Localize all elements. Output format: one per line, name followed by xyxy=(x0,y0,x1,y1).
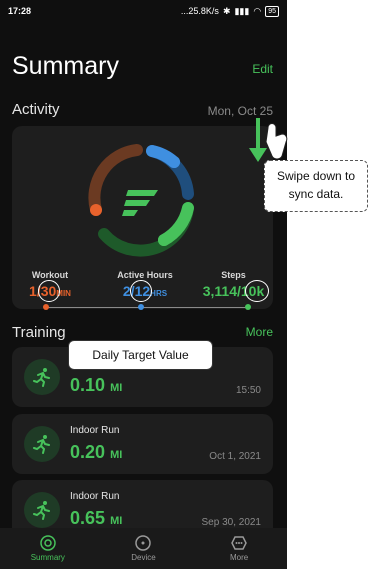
annotation-circle-workout xyxy=(38,280,60,302)
training-item[interactable]: Indoor Run 0.20 MI Oct 1, 2021 xyxy=(12,414,273,474)
network-speed: ...25.8K/s xyxy=(180,6,219,16)
activity-section-title: Activity xyxy=(12,101,60,118)
device-icon xyxy=(135,535,152,553)
activity-rings xyxy=(82,138,202,258)
running-icon xyxy=(24,426,60,462)
running-icon xyxy=(24,359,60,395)
app-logo-icon xyxy=(122,190,158,216)
battery-icon: 95 xyxy=(265,5,279,17)
nav-more[interactable]: More xyxy=(204,535,274,562)
signal-icon: ▮▮▮ xyxy=(234,5,250,16)
training-date: Oct 1, 2021 xyxy=(209,451,261,462)
metric-active-unit: HRS xyxy=(150,289,168,298)
target-callout: Daily Target Value xyxy=(68,340,213,370)
status-time: 17:28 xyxy=(8,6,32,16)
nav-summary[interactable]: Summary xyxy=(13,535,83,562)
active-target-dot xyxy=(138,304,144,310)
training-distance: 0.65 MI xyxy=(70,508,123,528)
training-distance: 0.20 MI xyxy=(70,442,123,462)
running-icon xyxy=(24,492,60,528)
nav-more-label: More xyxy=(230,553,249,562)
metric-steps-label: Steps xyxy=(221,270,246,280)
sync-callout: Swipe down to sync data. xyxy=(264,160,368,212)
steps-target-dot xyxy=(245,304,251,310)
bottom-nav: Summary Device More xyxy=(0,528,287,569)
nav-summary-label: Summary xyxy=(30,553,65,562)
training-date: Sep 30, 2021 xyxy=(201,517,262,528)
nav-device-label: Device xyxy=(131,553,156,562)
more-icon xyxy=(231,535,247,553)
status-bar: 17:28 ...25.8K/s ✱ ▮▮▮ ◠ 95 xyxy=(0,0,287,22)
phone-screen: 17:28 ...25.8K/s ✱ ▮▮▮ ◠ 95 Summary Edit… xyxy=(0,0,287,569)
nav-device[interactable]: Device xyxy=(108,535,178,562)
training-name: Indoor Run xyxy=(70,425,120,436)
training-date: 15:50 xyxy=(235,385,261,396)
metric-active-label: Active Hours xyxy=(117,270,173,280)
training-distance: 0.10 MI xyxy=(70,375,123,395)
annotation-circle-active xyxy=(130,280,152,302)
edit-button[interactable]: Edit xyxy=(252,62,273,76)
status-right: ...25.8K/s ✱ ▮▮▮ ◠ 95 xyxy=(180,5,279,17)
metric-workout-label: Workout xyxy=(31,270,69,280)
bluetooth-icon: ✱ xyxy=(222,5,231,16)
target-line xyxy=(46,307,249,308)
annotation-circle-steps xyxy=(245,280,269,302)
page-title: Summary xyxy=(12,52,119,80)
training-name: Indoor Run xyxy=(70,491,120,502)
summary-icon xyxy=(40,535,56,553)
wifi-icon: ◠ xyxy=(253,5,262,16)
training-more-link[interactable]: More xyxy=(246,325,273,339)
workout-target-dot xyxy=(43,304,49,310)
training-section-title: Training xyxy=(12,324,66,341)
